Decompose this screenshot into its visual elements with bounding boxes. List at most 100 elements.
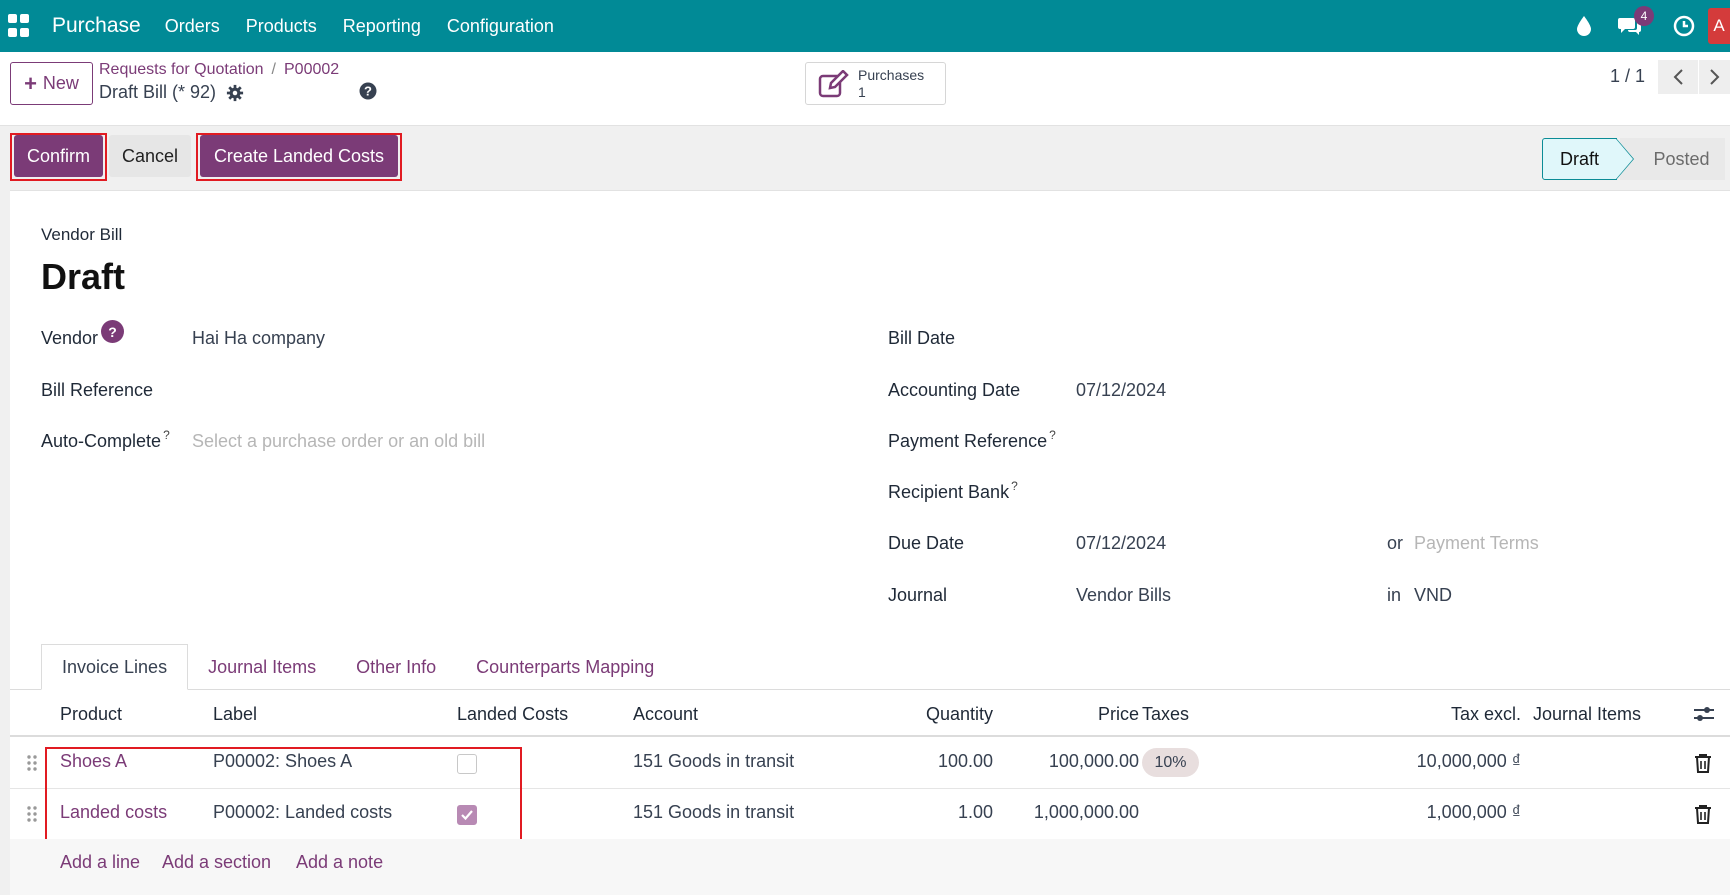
accounting-date-field[interactable]: 07/12/2024	[1076, 380, 1166, 401]
navbar-systray: 4 A	[1552, 0, 1730, 52]
cancel-button[interactable]: Cancel	[109, 135, 191, 177]
bill-date-field[interactable]	[1076, 323, 1716, 353]
confirm-button[interactable]: Confirm	[14, 135, 103, 177]
bill-reference-field[interactable]	[192, 374, 832, 404]
tab-invoice-lines[interactable]: Invoice Lines	[41, 644, 189, 690]
clock-icon[interactable]	[1670, 12, 1698, 40]
add-line-link[interactable]: Add a line	[60, 852, 140, 873]
chevron-right-icon	[1709, 69, 1719, 85]
cell-price[interactable]: 100,000.00	[1049, 751, 1139, 772]
vendor-label: Vendor	[41, 328, 99, 348]
recipient-bank-label-text: Recipient Bank	[888, 482, 1010, 502]
col-quantity[interactable]: Quantity	[926, 704, 993, 725]
cell-tax-excl: 10,000,000 ₫	[1416, 751, 1521, 771]
cell-account[interactable]: 151 Goods in transit	[633, 802, 794, 823]
form-sheet: Vendor Bill Draft Vendor ? Hai Ha compan…	[10, 190, 1730, 895]
chat-icon[interactable]: 4	[1616, 6, 1654, 40]
payment-reference-field[interactable]	[1076, 427, 1716, 457]
stage-draft[interactable]: Draft	[1542, 138, 1617, 180]
table-header: Product Label Landed Costs Account Quant…	[10, 691, 1730, 737]
smart-button-text: Purchases 1	[858, 67, 924, 101]
accounting-date-label: Accounting Date	[888, 380, 1021, 400]
trash-icon[interactable]	[1694, 753, 1712, 773]
table-footer: Add a line Add a section Add a note	[10, 839, 1730, 895]
breadcrumb-rfq[interactable]: Requests for Quotation	[99, 61, 264, 78]
autocomplete-label: Auto-Complete?	[41, 428, 170, 452]
pager-prev-button[interactable]	[1658, 60, 1698, 94]
vendor-help-icon[interactable]: ?	[101, 320, 124, 343]
payment-reference-label: Payment Reference?	[888, 428, 1056, 452]
drag-handle-icon[interactable]	[26, 754, 38, 772]
notebook-tabs: Invoice Lines Journal Items Other Info C…	[41, 644, 674, 690]
control-panel: + New Requests for Quotation / P00002 Draf…	[0, 52, 1730, 126]
purchases-smart-button[interactable]: Purchases 1	[805, 62, 946, 105]
apps-menu-icon[interactable]	[8, 14, 32, 38]
col-price[interactable]: Price	[1098, 704, 1139, 725]
user-avatar[interactable]: A	[1708, 8, 1730, 44]
column-settings-icon[interactable]	[1693, 704, 1715, 724]
col-account[interactable]: Account	[633, 704, 698, 725]
col-taxes[interactable]: Taxes	[1142, 704, 1189, 725]
tax-badge[interactable]: 10%	[1142, 748, 1199, 777]
app-brand[interactable]: Purchase	[52, 14, 141, 38]
col-tax-excl[interactable]: Tax excl.	[1451, 704, 1521, 725]
stage-posted[interactable]: Posted	[1620, 138, 1725, 180]
top-navbar: Purchase Orders Products Reporting Confi…	[0, 0, 1730, 52]
record-title-text: Draft Bill (* 92)	[99, 82, 217, 102]
cell-price[interactable]: 1,000,000.00	[1034, 802, 1139, 823]
cell-quantity[interactable]: 1.00	[958, 802, 993, 823]
nav-reporting[interactable]: Reporting	[343, 16, 421, 37]
payment-reference-help-icon[interactable]: ?	[1049, 428, 1056, 442]
journal-label: Journal	[888, 585, 948, 605]
cell-quantity[interactable]: 100.00	[938, 751, 993, 772]
add-note-link[interactable]: Add a note	[296, 852, 383, 873]
create-landed-costs-button[interactable]: Create Landed Costs	[200, 135, 398, 177]
nav-configuration[interactable]: Configuration	[447, 16, 554, 37]
col-product[interactable]: Product	[60, 704, 122, 725]
breadcrumb-separator: /	[271, 61, 276, 78]
tab-counterparts-mapping[interactable]: Counterparts Mapping	[456, 644, 674, 690]
chevron-left-icon	[1673, 69, 1683, 85]
stage-arrow-fill	[1616, 139, 1633, 179]
autocomplete-help-icon[interactable]: ?	[163, 428, 170, 442]
tab-journal-items[interactable]: Journal Items	[188, 644, 336, 690]
col-journal-items[interactable]: Journal Items	[1533, 704, 1641, 725]
journal-in-text: in	[1387, 585, 1402, 605]
new-button[interactable]: + New	[10, 62, 93, 105]
autocomplete-label-text: Auto-Complete	[41, 431, 162, 451]
due-date-field[interactable]: 07/12/2024	[1076, 533, 1166, 554]
autocomplete-field[interactable]: Select a purchase order or an old bill	[192, 431, 485, 452]
edit-icon	[818, 69, 849, 97]
recipient-bank-help-icon[interactable]: ?	[1011, 479, 1018, 493]
bill-reference-label: Bill Reference	[41, 380, 154, 400]
help-icon[interactable]: ?	[359, 82, 377, 100]
drag-handle-icon[interactable]	[26, 805, 38, 823]
bill-date-label: Bill Date	[888, 328, 956, 348]
vendor-field[interactable]: Hai Ha company	[192, 328, 325, 349]
nav-products[interactable]: Products	[246, 16, 317, 37]
cell-account[interactable]: 151 Goods in transit	[633, 751, 794, 772]
currency-field[interactable]: VND	[1414, 585, 1452, 606]
recipient-bank-label: Recipient Bank?	[888, 479, 1018, 503]
tab-other-info[interactable]: Other Info	[336, 644, 456, 690]
trash-icon[interactable]	[1694, 804, 1712, 824]
payment-reference-label-text: Payment Reference	[888, 431, 1048, 451]
plus-icon: +	[24, 70, 37, 96]
chat-badge: 4	[1634, 6, 1654, 26]
col-landed-costs[interactable]: Landed Costs	[457, 704, 568, 725]
droplet-icon[interactable]	[1570, 12, 1598, 40]
add-section-link[interactable]: Add a section	[162, 852, 271, 873]
due-date-or-text: or	[1387, 533, 1404, 553]
breadcrumb: Requests for Quotation / P00002	[99, 61, 339, 79]
pager-value[interactable]: 1 / 1	[1610, 66, 1645, 87]
journal-field[interactable]: Vendor Bills	[1076, 585, 1171, 606]
nav-orders[interactable]: Orders	[165, 16, 220, 37]
smart-button-label: Purchases	[858, 66, 925, 83]
payment-terms-field[interactable]: Payment Terms	[1414, 533, 1539, 554]
pager-next-button[interactable]	[1699, 60, 1730, 94]
col-label[interactable]: Label	[213, 704, 257, 725]
status-bar: Confirm Cancel Create Landed Costs Poste…	[0, 126, 1730, 190]
gear-icon[interactable]	[226, 84, 244, 102]
breadcrumb-po[interactable]: P00002	[284, 61, 339, 78]
recipient-bank-field[interactable]	[1076, 478, 1716, 508]
